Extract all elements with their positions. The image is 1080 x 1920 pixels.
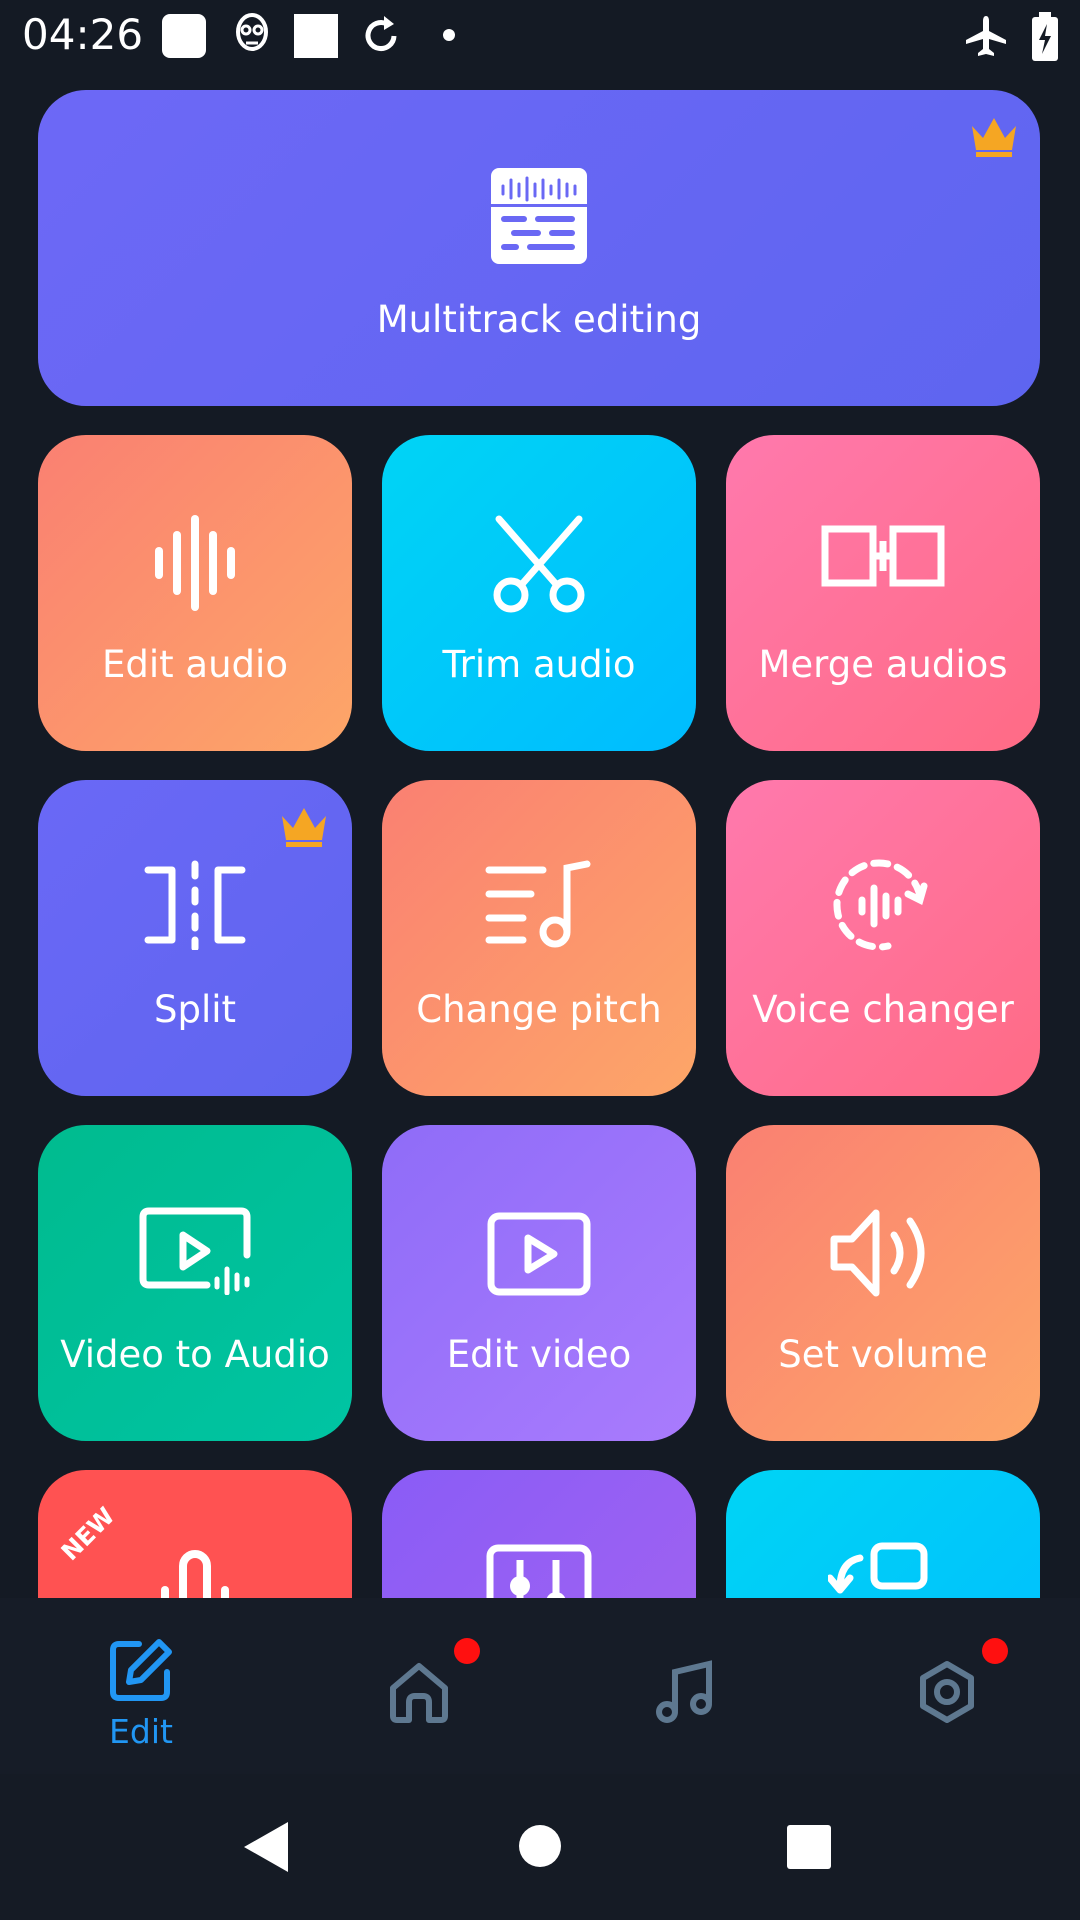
edit-video-tile[interactable]: Edit video	[382, 1125, 696, 1441]
equalizer-icon	[486, 1544, 592, 1598]
set-volume-label: Set volume	[778, 1333, 988, 1376]
trim-audio-tile[interactable]: Trim audio	[382, 435, 696, 751]
video-to-audio-label: Video to Audio	[60, 1333, 330, 1376]
multitrack-icon	[491, 168, 587, 264]
split-tile[interactable]: Split	[38, 780, 352, 1096]
crown-icon	[972, 118, 1016, 157]
bottom-navigation: Edit	[0, 1598, 1080, 1774]
status-bar: 04:26	[0, 0, 1080, 72]
multitrack-label: Multitrack editing	[376, 298, 702, 341]
merge-audios-tile[interactable]: Merge audios	[726, 435, 1040, 751]
airplane-mode-icon	[966, 16, 1006, 56]
nav-edit[interactable]: Edit	[6, 1598, 276, 1774]
status-time: 04:26	[22, 10, 144, 59]
edit-video-label: Edit video	[446, 1333, 632, 1376]
voice-changer-icon	[833, 859, 928, 951]
home-icon	[390, 1663, 448, 1723]
notification-dot	[454, 1638, 480, 1664]
edit-audio-label: Edit audio	[102, 643, 288, 686]
split-icon	[144, 860, 246, 950]
merge-audios-label: Merge audios	[758, 643, 1008, 686]
recents-icon[interactable]	[786, 1824, 832, 1870]
microphone-icon	[161, 1550, 229, 1598]
system-navigation-bar	[0, 1774, 1080, 1920]
play-icon	[487, 1212, 591, 1296]
trim-audio-label: Trim audio	[442, 643, 636, 686]
home-circle-icon[interactable]	[518, 1824, 562, 1868]
battery-charging-icon	[1032, 12, 1058, 61]
change-pitch-label: Change pitch	[416, 988, 662, 1031]
edit-audio-tile[interactable]: Edit audio	[38, 435, 352, 751]
square-notification-icon	[162, 14, 206, 58]
convert-icon	[828, 1542, 928, 1594]
alien-icon	[236, 13, 268, 51]
new-badge: NEW	[55, 1501, 121, 1567]
crown-icon	[282, 808, 326, 847]
volume-icon	[830, 1209, 925, 1297]
nav-edit-label: Edit	[109, 1712, 173, 1751]
video-to-audio-tile[interactable]: Video to Audio	[38, 1125, 352, 1441]
waveform-icon	[155, 515, 235, 611]
sync-icon	[365, 16, 397, 52]
nav-home[interactable]	[284, 1598, 554, 1774]
change-pitch-tile[interactable]: Change pitch	[382, 780, 696, 1096]
nav-settings[interactable]	[812, 1598, 1080, 1774]
square-notification-icon	[294, 14, 338, 58]
music-note-icon	[656, 1660, 712, 1723]
settings-icon	[920, 1661, 974, 1723]
voice-changer-tile[interactable]: Voice changer	[726, 780, 1040, 1096]
video-to-audio-icon	[139, 1207, 251, 1295]
record-tile[interactable]: NEW	[38, 1470, 352, 1598]
tools-grid: Multitrack editing Edit audio Trim audio	[0, 72, 1080, 1598]
back-icon[interactable]	[242, 1820, 290, 1874]
convert-tile[interactable]	[726, 1470, 1040, 1598]
notification-dot	[982, 1638, 1008, 1664]
dot-icon	[443, 29, 455, 41]
pitch-icon	[485, 860, 591, 948]
scissors-icon	[493, 515, 585, 613]
equalizer-tile[interactable]	[382, 1470, 696, 1598]
set-volume-tile[interactable]: Set volume	[726, 1125, 1040, 1441]
nav-music[interactable]	[550, 1598, 820, 1774]
merge-icon	[821, 525, 945, 587]
split-label: Split	[153, 988, 237, 1031]
edit-icon	[110, 1639, 172, 1701]
voice-changer-label: Voice changer	[752, 988, 1014, 1031]
multitrack-editing-tile[interactable]: Multitrack editing	[38, 90, 1040, 406]
